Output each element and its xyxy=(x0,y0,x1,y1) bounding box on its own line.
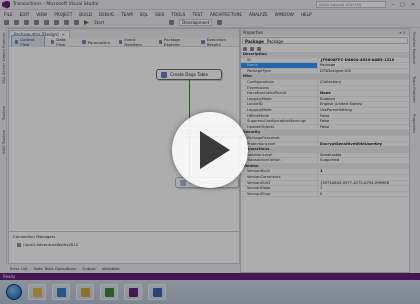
video-overlay xyxy=(0,0,420,304)
play-icon xyxy=(200,131,230,169)
screen: Transactions - Microsoft Visual Studio Q… xyxy=(0,0,420,304)
play-button[interactable] xyxy=(172,112,248,188)
